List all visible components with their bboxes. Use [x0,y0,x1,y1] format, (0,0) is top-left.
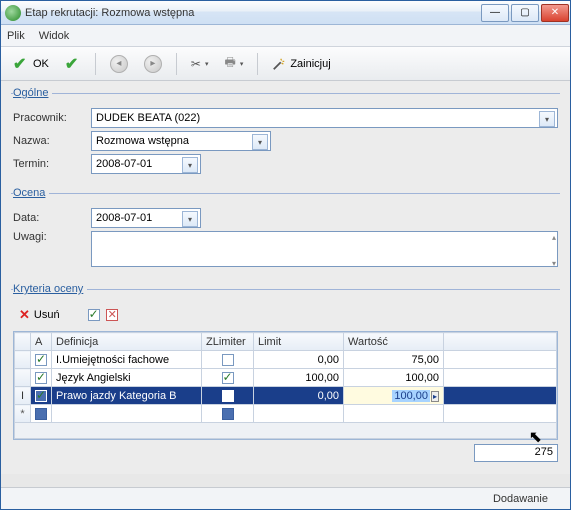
check-icon [65,56,81,72]
term-datepicker[interactable]: 2008-07-01 [91,154,201,174]
table-row[interactable]: Język Angielski 100,00 100,00 [15,369,557,387]
check-all-button[interactable] [88,309,100,321]
ok-button[interactable]: OK [7,52,55,76]
app-window: Etap rekrutacji: Rozmowa wstępna — ▢ ✕ P… [0,0,571,510]
label-remarks: Uwagi: [13,231,91,243]
x-icon: ✕ [19,307,30,323]
tools-icon: ✂ [191,57,201,71]
cell-definition[interactable]: Język Angielski [52,369,202,387]
scroll-up-icon[interactable]: ▴ [552,233,556,242]
col-zlimiter[interactable]: ZLimiter [202,333,254,351]
check-icon [13,56,29,72]
group-criteria: Kryteria oceny ✕ Usuń ✕ A [11,283,560,466]
checkbox-icon[interactable] [222,354,234,366]
date-datepicker[interactable]: 2008-07-01 [91,208,201,228]
cell-limit[interactable]: 0,00 [254,351,344,369]
remarks-textarea[interactable] [91,231,558,267]
print-button[interactable]: 🖶 ▾ [218,52,249,76]
window-title: Etap rekrutacji: Rozmowa wstępna [25,7,480,19]
maximize-button[interactable]: ▢ [511,4,539,22]
checkbox-icon[interactable] [35,354,47,366]
cell-definition[interactable]: Prawo jazdy Kategoria B [52,387,202,405]
col-spacer [444,333,557,351]
ok-label: OK [33,58,49,70]
group-general: Ogólne Pracownik: DUDEK BEATA (022) Nazw… [11,87,560,181]
minimize-button[interactable]: — [481,4,509,22]
init-label: Zainicjuj [290,58,330,70]
legend-general: Ogólne [13,87,52,99]
name-dropdown[interactable]: Rozmowa wstępna [91,131,271,151]
name-value: Rozmowa wstępna [96,135,189,147]
arrow-right-icon: ▸ [144,55,162,73]
label-name: Nazwa: [13,135,91,147]
checkbox-icon[interactable] [35,372,47,384]
scroll-down-icon[interactable]: ▾ [552,259,556,268]
wand-icon [272,57,286,71]
menu-view[interactable]: Widok [39,30,70,42]
content: Ogólne Pracownik: DUDEK BEATA (022) Nazw… [1,81,570,474]
label-employee: Pracownik: [13,112,91,124]
menu-file[interactable]: Plik [7,30,25,42]
legend-rating: Ocena [13,187,49,199]
toolbar: OK ◂ ▸ ✂ ▾ 🖶 ▾ Zainicjuj [1,47,570,81]
delete-label: Usuń [34,309,60,321]
legend-criteria: Kryteria oceny [13,283,87,295]
statusbar: Dodawanie [1,487,570,509]
label-date: Data: [13,212,91,224]
col-rowhead [15,333,31,351]
term-value: 2008-07-01 [96,158,152,170]
grid-hscrollbar[interactable] [14,423,557,439]
col-limit[interactable]: Limit [254,333,344,351]
cell-definition[interactable]: I.Umiejętności fachowe [52,351,202,369]
label-term: Termin: [13,158,91,170]
tools-button[interactable]: ✂ ▾ [185,52,215,76]
arrow-left-icon: ◂ [110,55,128,73]
app-icon [5,5,21,21]
employee-value: DUDEK BEATA (022) [96,112,200,124]
uncheck-all-button[interactable]: ✕ [106,309,118,321]
table-row[interactable]: I.Umiejętności fachowe 0,00 75,00 [15,351,557,369]
cell-limit[interactable]: 100,00 [254,369,344,387]
criteria-toolbar: ✕ Usuń ✕ [13,301,558,331]
delete-row-button[interactable]: ✕ Usuń [13,303,66,327]
checkbox-icon[interactable] [222,372,234,384]
criteria-grid[interactable]: A Definicja ZLimiter Limit Wartość I. [13,331,558,440]
init-button[interactable]: Zainicjuj [266,52,336,76]
checkbox-icon[interactable] [35,390,47,402]
checkbox-icon[interactable] [222,390,234,402]
close-button[interactable]: ✕ [541,4,569,22]
printer-icon: 🖶 [224,53,235,74]
sum-row: 275 [13,444,558,462]
spinner-icon[interactable]: ▸ [431,391,439,402]
col-active[interactable]: A [31,333,52,351]
group-rating: Ocena Data: 2008-07-01 Uwagi: ▴ ▾ [11,187,560,277]
apply-button[interactable] [59,52,87,76]
nav-back-button[interactable]: ◂ [104,52,134,76]
employee-dropdown[interactable]: DUDEK BEATA (022) [91,108,558,128]
table-new-row[interactable]: * [15,405,557,423]
date-value: 2008-07-01 [96,212,152,224]
status-mode: Dodawanie [493,493,548,505]
cell-value-editing[interactable]: 100,00▸ [344,387,444,405]
col-value[interactable]: Wartość [344,333,444,351]
nav-forward-button[interactable]: ▸ [138,52,168,76]
table-row[interactable]: I Prawo jazdy Kategoria B 0,00 100,00▸ [15,387,557,405]
checkbox-icon[interactable] [222,408,234,420]
menubar: Plik Widok [1,25,570,47]
sum-value: 275 [474,444,558,462]
cell-limit[interactable]: 0,00 [254,387,344,405]
titlebar[interactable]: Etap rekrutacji: Rozmowa wstępna — ▢ ✕ [1,1,570,25]
col-definition[interactable]: Definicja [52,333,202,351]
checkbox-icon[interactable] [35,408,47,420]
cell-value[interactable]: 100,00 [344,369,444,387]
cell-value[interactable]: 75,00 [344,351,444,369]
